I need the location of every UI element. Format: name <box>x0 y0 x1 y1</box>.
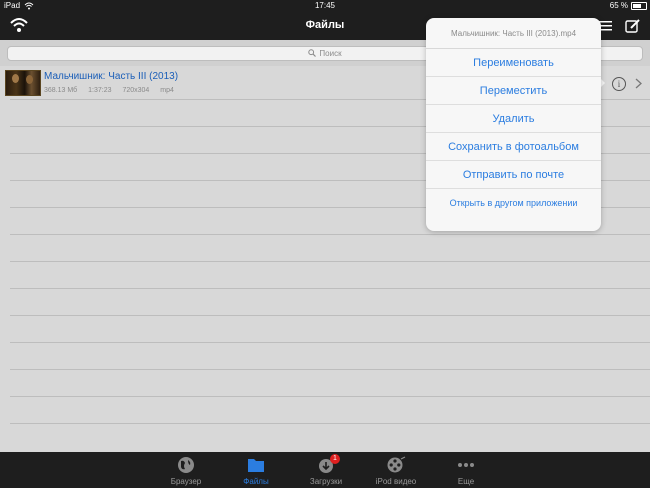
search-placeholder: Поиск <box>319 49 342 58</box>
menu-item-save-to-album[interactable]: Сохранить в фотоальбом <box>426 134 601 161</box>
row-divider <box>10 261 650 262</box>
info-icon[interactable]: i <box>612 77 626 91</box>
video-thumbnail <box>5 70 41 96</box>
globe-icon <box>178 457 194 473</box>
tab-label: Файлы <box>243 477 269 486</box>
battery-percent: 65 % <box>609 1 628 10</box>
more-icon <box>458 463 474 467</box>
tab-downloads[interactable]: 1 Загрузки <box>286 452 366 488</box>
file-resolution: 720x304 <box>122 87 150 94</box>
row-divider <box>10 396 650 397</box>
file-duration: 1:37:23 <box>88 87 112 94</box>
tab-browser[interactable]: Браузер <box>146 452 226 488</box>
tab-more[interactable]: Еще <box>426 452 506 488</box>
menu-item-open-in[interactable]: Открыть в другом приложении <box>426 190 601 217</box>
tab-label: Браузер <box>170 477 202 486</box>
menu-item-move[interactable]: Переместить <box>426 78 601 105</box>
file-meta: 368.13 Мб 1:37:23 720x304 mp4 <box>44 87 183 94</box>
status-bar: iPad 17:45 65 % <box>0 0 650 12</box>
download-count-badge: 1 <box>330 454 340 464</box>
menu-item-rename[interactable]: Переименовать <box>426 50 601 77</box>
compose-icon[interactable] <box>625 18 641 34</box>
popover-title: Мальчишник: Часть III (2013).mp4 <box>426 18 601 49</box>
tab-label: Загрузки <box>309 477 343 486</box>
tab-bar: Браузер Файлы 1 Загрузки iPod видео Еще <box>0 452 650 488</box>
row-divider <box>10 369 650 370</box>
row-divider <box>10 342 650 343</box>
file-format: mp4 <box>160 87 174 94</box>
battery-icon <box>631 2 647 10</box>
tab-files[interactable]: Файлы <box>216 452 296 488</box>
tab-ipod-video[interactable]: iPod видео <box>356 452 436 488</box>
file-size: 368.13 Мб <box>44 87 78 94</box>
row-divider <box>10 315 650 316</box>
file-actions-popover: Мальчишник: Часть III (2013).mp4 Переиме… <box>426 18 601 231</box>
menu-item-delete[interactable]: Удалить <box>426 106 601 133</box>
folder-icon <box>248 459 264 472</box>
search-icon <box>308 49 317 57</box>
film-reel-icon <box>387 456 406 473</box>
row-divider <box>10 423 650 424</box>
clock: 17:45 <box>314 1 336 10</box>
tab-label: iPod видео <box>375 477 417 486</box>
menu-item-send-email[interactable]: Отправить по почте <box>426 162 601 189</box>
tab-label: Еще <box>457 477 475 486</box>
row-divider <box>10 234 650 235</box>
chevron-right-icon <box>635 78 642 89</box>
row-divider <box>10 288 650 289</box>
file-name: Мальчишник: Часть III (2013) <box>44 71 179 82</box>
